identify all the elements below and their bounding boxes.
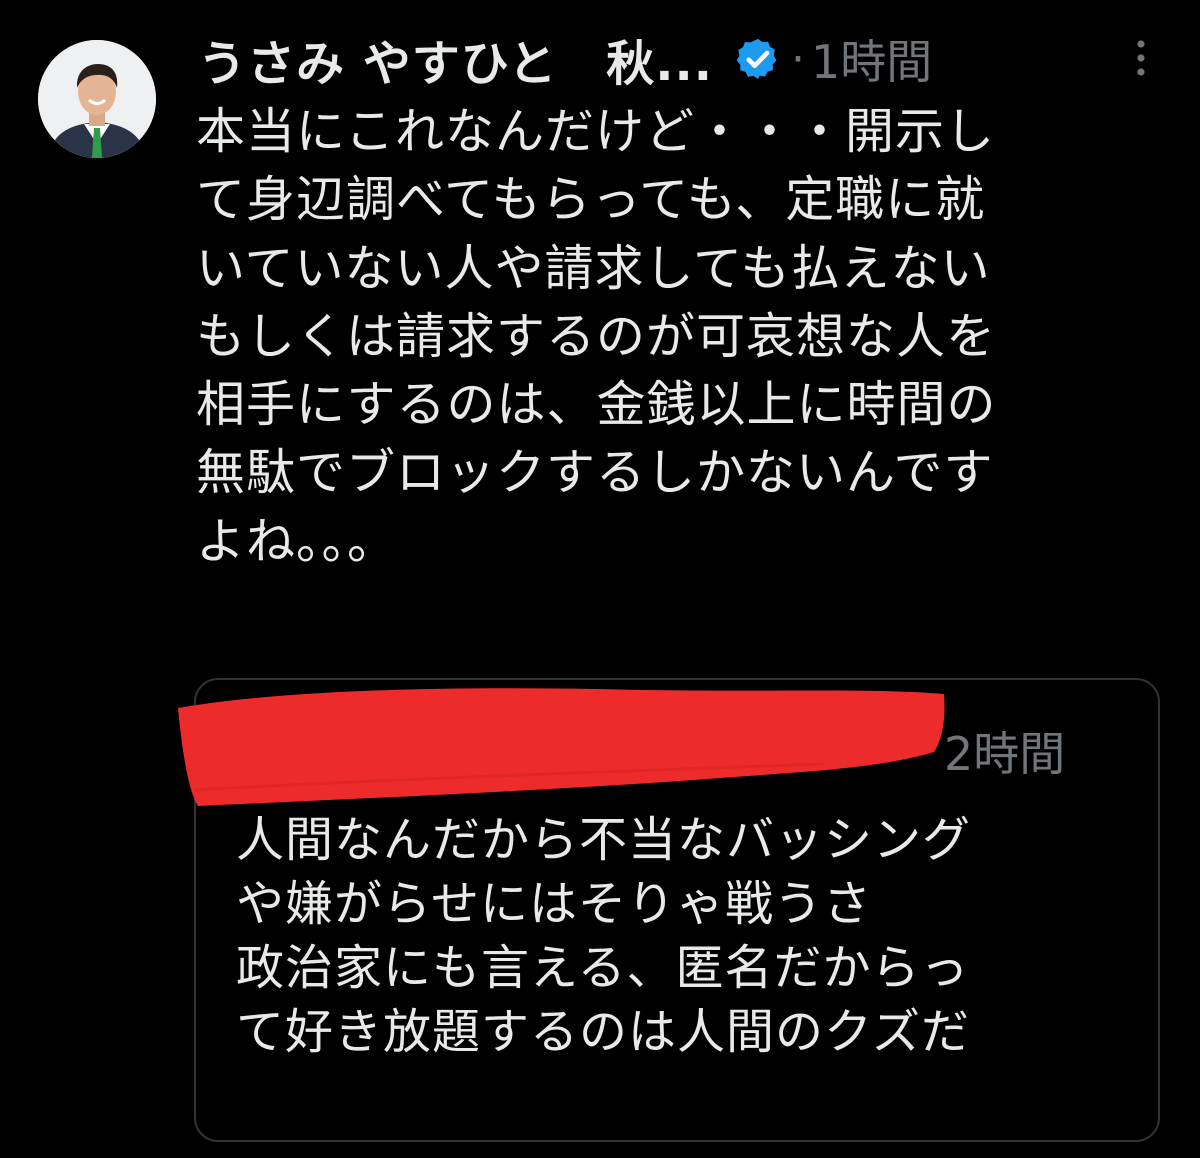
verified-badge-icon[interactable] xyxy=(735,36,781,82)
tweet-timestamp[interactable]: 1時間 xyxy=(811,26,932,92)
quoted-tweet-timestamp[interactable]: 2時間 xyxy=(944,718,1065,784)
tweet-body-text: 本当にこれなんだけど・・・開示し て身辺調べてもらっても、定職に就 いていない人… xyxy=(196,103,997,570)
header-separator: · xyxy=(790,33,805,85)
more-vertical-icon[interactable] xyxy=(1126,38,1156,78)
author-display-name[interactable]: うさみ やすひと 秋... xyxy=(198,24,713,94)
quoted-tweet-card[interactable]: 2時間 人間なんだから不当なバッシング や嫌がらせにはそりゃ戦うさ 政治家にも言… xyxy=(178,678,1160,1142)
avatar-photo xyxy=(38,40,156,158)
tweet-header: うさみ やすひと 秋... · 1時間 xyxy=(198,22,932,96)
quoted-tweet-body-text: 人間なんだから不当なバッシング や嫌がらせにはそりゃ戦うさ 政治家にも言える、匿… xyxy=(236,812,972,1060)
avatar[interactable] xyxy=(38,40,156,158)
quoted-author-redaction xyxy=(178,688,945,806)
